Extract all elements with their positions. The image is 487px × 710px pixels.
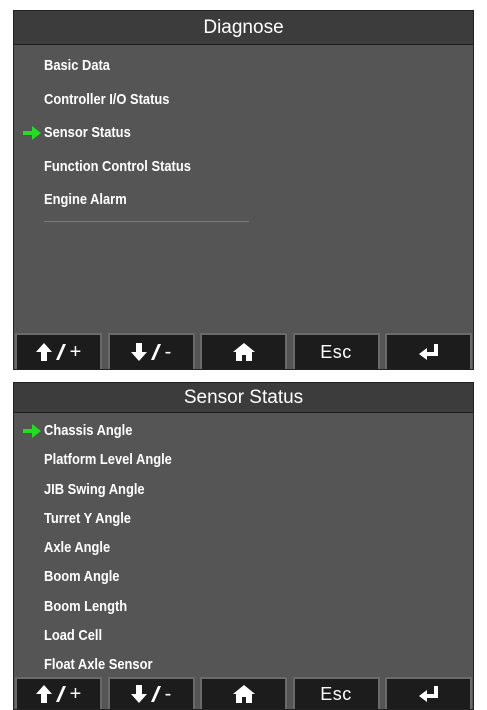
selection-arrow-icon [23,125,41,140]
menu-item-sensor-status[interactable]: Sensor Status [14,116,473,150]
menu-item-label: Float Axle Sensor [44,656,153,674]
home-icon [232,685,255,703]
enter-icon [418,686,438,702]
menu-item-engine-alarm[interactable]: Engine Alarm [14,183,473,217]
menu-item-controller-io-status[interactable]: Controller I/O Status [14,83,473,117]
menu-item-label: Boom Length [44,597,128,615]
enter-button[interactable] [385,677,472,709]
up-plus-button[interactable]: + [15,333,102,369]
menu-item-chassis-angle[interactable]: Chassis Angle [14,416,473,445]
minus-symbol: - [164,340,172,363]
menu-item-label: Boom Angle [44,568,120,586]
esc-label: Esc [320,341,352,362]
down-arrow-icon [130,343,147,361]
menu-item-basic-data[interactable]: Basic Data [14,49,473,83]
menu-item-boom-length[interactable]: Boom Length [14,592,473,621]
up-plus-button[interactable]: + [15,677,102,709]
selection-arrow-icon [23,423,41,438]
menu-item-label: Basic Data [44,57,110,74]
slash-icon [55,344,66,360]
sensor-menu: Chassis Angle Platform Level Angle JIB S… [14,416,473,680]
menu-item-platform-level-angle[interactable]: Platform Level Angle [14,445,473,474]
menu-item-label: Engine Alarm [44,191,127,208]
diagnose-screen: Diagnose Basic Data Controller I/O Statu… [13,10,474,370]
slash-icon [55,686,66,702]
menu-item-label: Controller I/O Status [44,90,170,108]
menu-divider [44,221,249,222]
esc-button[interactable]: Esc [292,677,380,709]
up-arrow-icon [35,685,52,703]
home-button[interactable] [200,677,287,709]
esc-button[interactable]: Esc [292,333,380,369]
up-arrow-icon [35,343,52,361]
enter-icon [418,344,438,360]
menu-item-label: Load Cell [44,627,103,645]
menu-item-label: Platform Level Angle [44,451,172,469]
screen-title: Diagnose [14,11,473,45]
button-bar: + - Esc [14,333,473,369]
menu-item-label: Chassis Angle [44,422,133,439]
menu-item-function-control-status[interactable]: Function Control Status [14,150,473,184]
menu-item-load-cell[interactable]: Load Cell [14,621,473,650]
menu-item-float-axle-sensor[interactable]: Float Axle Sensor [14,650,473,679]
esc-label: Esc [320,683,352,704]
diagnose-menu: Basic Data Controller I/O Status Sensor … [14,49,473,217]
menu-item-label: Turret Y Angle [44,509,131,527]
plus-symbol: + [69,682,82,705]
enter-button[interactable] [385,333,472,369]
slash-icon [150,344,161,360]
menu-item-turret-y-angle[interactable]: Turret Y Angle [14,504,473,533]
menu-item-label: Axle Angle [44,539,111,557]
menu-item-label: Sensor Status [44,124,131,141]
menu-item-label: JIB Swing Angle [44,480,145,498]
home-button[interactable] [200,333,287,369]
minus-symbol: - [164,682,172,705]
plus-symbol: + [69,340,82,363]
button-bar: + - Esc [14,677,473,709]
sensor-status-screen: Sensor Status Chassis Angle Platform Lev… [13,382,474,710]
menu-item-axle-angle[interactable]: Axle Angle [14,533,473,562]
menu-item-label: Function Control Status [44,157,191,175]
down-minus-button[interactable]: - [107,677,195,709]
slash-icon [150,686,161,702]
home-icon [232,343,255,361]
down-arrow-icon [130,685,147,703]
menu-item-jib-swing-angle[interactable]: JIB Swing Angle [14,475,473,504]
menu-item-boom-angle[interactable]: Boom Angle [14,562,473,591]
down-minus-button[interactable]: - [107,333,195,369]
screen-title: Sensor Status [14,383,473,413]
